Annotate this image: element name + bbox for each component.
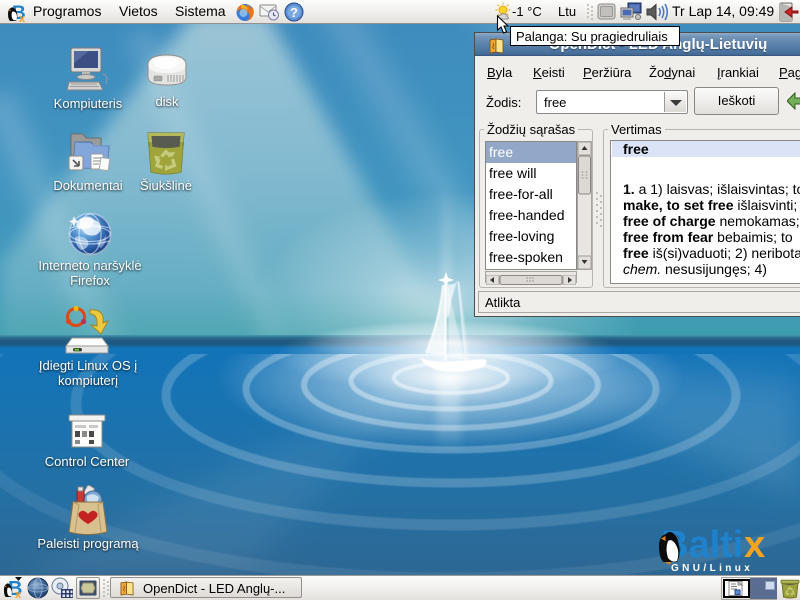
svg-text:x: x: [15, 589, 22, 600]
svg-text:x: x: [744, 524, 765, 566]
svg-text:?: ?: [290, 5, 298, 20]
svg-text:x: x: [19, 13, 26, 23]
svg-text:GNU/Linux: GNU/Linux: [671, 563, 753, 573]
